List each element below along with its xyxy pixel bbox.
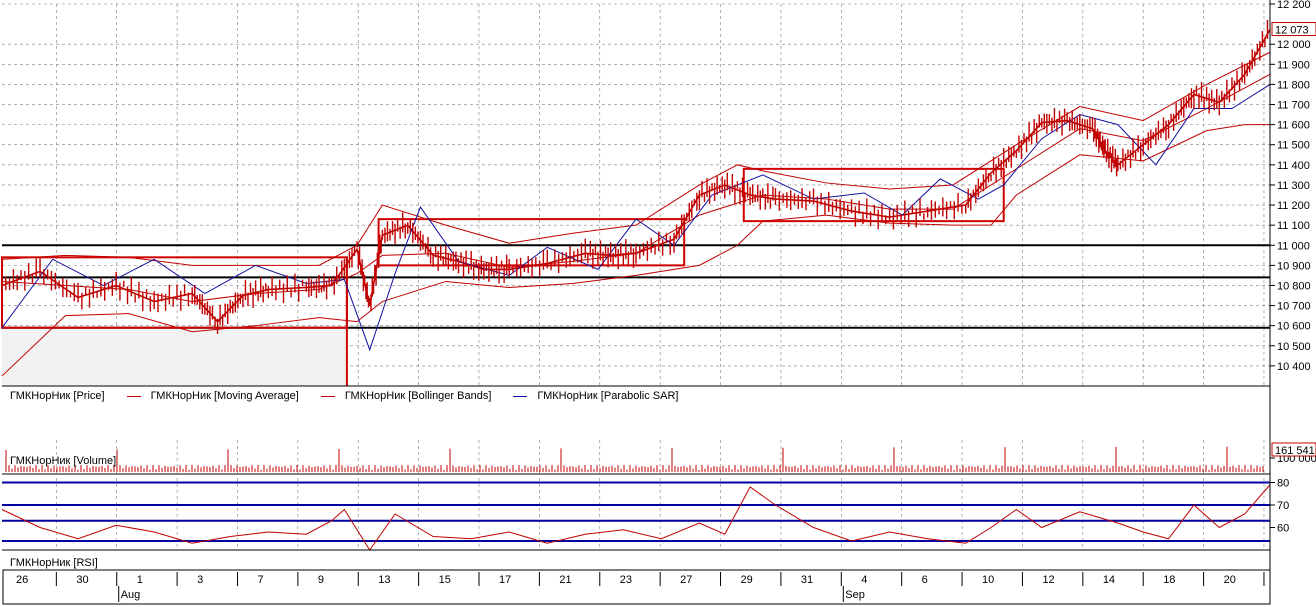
xtick-label: 17: [499, 574, 511, 586]
xtick-label: 14: [1103, 574, 1115, 586]
ytick-label-price: 10 900: [1277, 260, 1311, 272]
ytick-label-price: 11 500: [1277, 140, 1310, 152]
legend-ma-label: ГМКНорНик [Moving Average]: [150, 390, 299, 402]
legend-sar: ГМКНорНик [Parabolic SAR]: [513, 390, 678, 402]
xtick-label: 6: [922, 574, 928, 586]
ytick-label-price: 11 000: [1277, 240, 1310, 252]
month-label: Aug: [121, 589, 141, 601]
ytick-label-price: 11 700: [1277, 100, 1310, 112]
legend-ma: ГМКНорНик [Moving Average]: [126, 390, 299, 402]
legend-sar-label: ГМКНорНик [Parabolic SAR]: [537, 390, 679, 402]
xtick-label: 10: [982, 574, 994, 586]
legend-bb-swatch: [320, 395, 335, 397]
volume-panel: [5, 446, 1264, 472]
ytick-label-price: 12 200: [1277, 0, 1311, 11]
chart-canvas: 10 400 10 500 10 600 10 700 10 800 10 900 11 0…: [1, 0, 1316, 605]
xtick-label: 15: [439, 574, 451, 586]
xtick-label: 30: [76, 574, 88, 586]
ytick-label-rsi: 60: [1277, 523, 1289, 535]
xtick-label: 31: [801, 574, 813, 586]
xtick-label: 4: [861, 574, 867, 586]
series-bollinger-upper: [1, 51, 1271, 266]
legend-price-label: ГМКНорНик [Price]: [10, 390, 105, 402]
last-price-label: 12 073: [1275, 25, 1309, 37]
xtick-label: 26: [16, 574, 28, 586]
xtick-label: 27: [680, 574, 692, 586]
legend-sar-swatch: [513, 395, 528, 397]
volume-last-label: 161 541: [1275, 445, 1315, 457]
xtick-label: 20: [1224, 574, 1236, 586]
xtick-label: 9: [318, 574, 324, 586]
xtick-label: 18: [1163, 574, 1175, 586]
legend-bb-label: ГМКНорНик [Bollinger Bands]: [344, 390, 492, 402]
ytick-label-price: 11 600: [1277, 120, 1310, 132]
xtick-label: 13: [378, 574, 390, 586]
ytick-label-rsi: 80: [1277, 478, 1289, 490]
ytick-label-price: 11 800: [1277, 79, 1310, 91]
rsi-panel: [1, 481, 1271, 551]
x-axis[interactable]: 26 30 1 3 7 9 13 15 17 21 23 27 29 31 4 6 10 12 14 18 20Aug S…: [2, 569, 1271, 605]
x-axis-box: [2, 569, 1271, 605]
xtick-label: 21: [559, 574, 571, 586]
ytick-label-price: 11 400: [1277, 160, 1310, 172]
ytick-label-price: 10 400: [1277, 361, 1311, 373]
ytick-label-price: 10 800: [1277, 280, 1311, 292]
price-panel: [1, 19, 1271, 386]
ytick-label-price: 11 200: [1277, 200, 1310, 212]
ytick-label-price: 11 100: [1277, 220, 1310, 232]
ytick-label-price: 12 000: [1277, 39, 1311, 51]
month-label: Sep: [845, 589, 865, 601]
ytick-label-rsi: 70: [1277, 500, 1289, 512]
ytick-label-price: 10 500: [1277, 341, 1311, 353]
ytick-label-price: 11 300: [1277, 180, 1310, 192]
xtick-label: 12: [1042, 574, 1054, 586]
ytick-label-price: 10 600: [1277, 321, 1311, 333]
legend-ma-swatch: [126, 395, 141, 397]
rsi-title: ГМКНорНик [RSI]: [10, 557, 98, 569]
price-legend: ГМКНорНик [Price] ГМКНорНик [Moving Aver…: [0, 388, 1270, 404]
xtick-label: 1: [137, 574, 143, 586]
xtick-label: 29: [741, 574, 753, 586]
xtick-label: 7: [257, 574, 263, 586]
ytick-label-price: 10 700: [1277, 301, 1311, 313]
legend-price: ГМКНорНик [Price]: [10, 390, 105, 402]
consolidation-shade: [2, 327, 347, 386]
legend-bb: ГМКНорНик [Bollinger Bands]: [320, 390, 492, 402]
xtick-label: 3: [197, 574, 203, 586]
xtick-label: 23: [620, 574, 632, 586]
volume-title: ГМКНорНик [Volume]: [10, 455, 117, 467]
series-moving-average: [1, 73, 1271, 303]
ytick-label-price: 11 900: [1277, 59, 1310, 71]
